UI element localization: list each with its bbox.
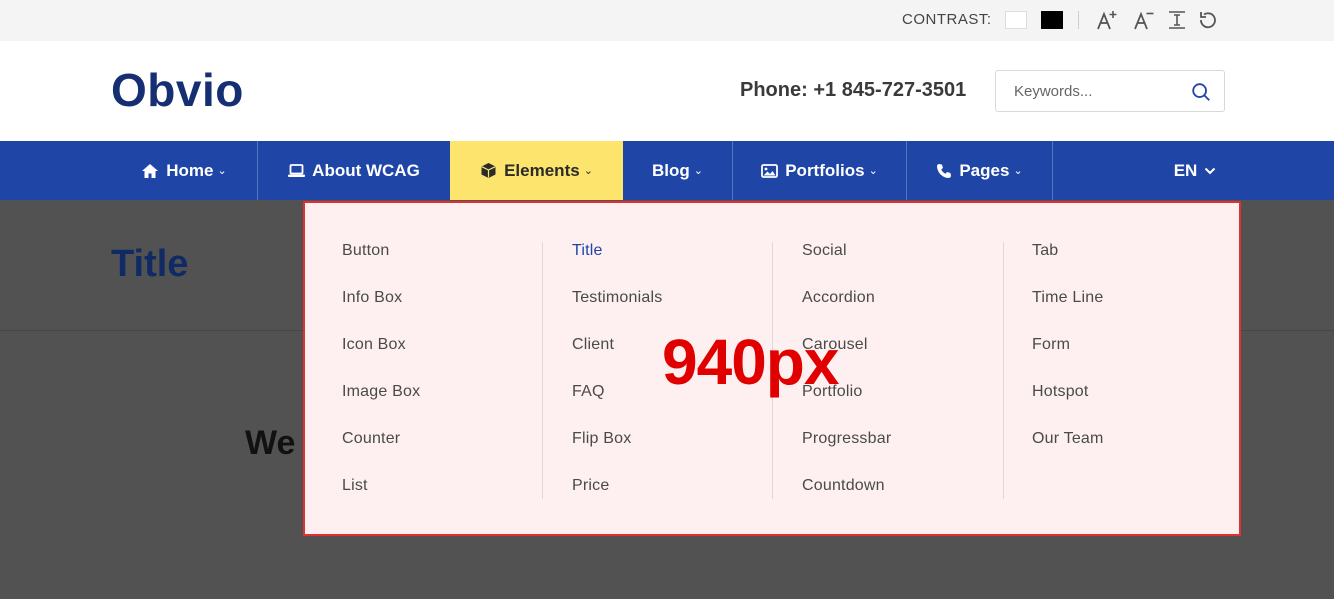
mega-link-list[interactable]: List: [342, 477, 368, 495]
mega-link-client[interactable]: Client: [572, 336, 614, 354]
nav-item-label: Blog: [652, 160, 690, 180]
site-logo[interactable]: Obvio: [111, 63, 244, 117]
image-icon: [761, 163, 779, 178]
mega-menu-column: Button Info Box Icon Box Image Box Count…: [342, 242, 572, 499]
mega-link-flip-box[interactable]: Flip Box: [572, 430, 631, 448]
mega-link-testimonials[interactable]: Testimonials: [572, 289, 662, 307]
text-increase-icon[interactable]: [1095, 8, 1119, 32]
search-box: [995, 70, 1225, 112]
chevron-down-icon: ⌄: [693, 165, 703, 177]
nav-item-label: Portfolios: [785, 160, 865, 180]
topbar-divider: [1078, 11, 1079, 29]
nav-item-home[interactable]: Home ⌄: [111, 141, 257, 200]
nav-item-portfolios[interactable]: Portfolios ⌄: [733, 141, 906, 200]
chevron-down-icon: [1205, 167, 1216, 174]
page-title: Title: [111, 243, 189, 285]
mega-link-counter[interactable]: Counter: [342, 430, 400, 448]
text-decrease-icon[interactable]: [1132, 8, 1156, 32]
width-annotation: 940px: [662, 326, 839, 398]
nav-item-label: Elements: [504, 160, 580, 180]
laptop-icon: [288, 163, 306, 177]
mega-link-accordion[interactable]: Accordion: [802, 289, 875, 307]
nav-item-label: Pages: [959, 160, 1010, 180]
nav-item-blog[interactable]: Blog ⌄: [623, 141, 732, 200]
mega-menu-divider: [542, 242, 543, 499]
chevron-down-icon: ⌄: [868, 165, 878, 177]
chevron-down-icon: ⌄: [583, 165, 593, 177]
nav-item-label: About WCAG: [312, 160, 420, 180]
site-header: Obvio Phone: +1 845-727-3501: [0, 41, 1334, 141]
mega-link-social[interactable]: Social: [802, 242, 847, 260]
contrast-label: CONTRAST:: [902, 11, 992, 28]
phone-number: Phone: +1 845-727-3501: [740, 79, 967, 101]
mega-link-image-box[interactable]: Image Box: [342, 383, 420, 401]
chevron-down-icon: ⌄: [217, 165, 227, 177]
reset-icon[interactable]: [1196, 8, 1220, 32]
mega-link-info-box[interactable]: Info Box: [342, 289, 402, 307]
nav-item-pages[interactable]: Pages ⌄: [907, 141, 1052, 200]
mega-link-faq[interactable]: FAQ: [572, 383, 605, 401]
contrast-white-button[interactable]: [1005, 11, 1027, 29]
mega-menu-column: Tab Time Line Form Hotspot Our Team: [1032, 242, 1262, 499]
mega-link-icon-box[interactable]: Icon Box: [342, 336, 406, 354]
mega-link-form[interactable]: Form: [1032, 336, 1070, 354]
mega-menu-divider: [1003, 242, 1004, 499]
main-nav: Home ⌄ About WCAG Elements ⌄ Blog ⌄ Port…: [0, 141, 1334, 200]
mega-link-hotspot[interactable]: Hotspot: [1032, 383, 1089, 401]
mega-link-progressbar[interactable]: Progressbar: [802, 430, 891, 448]
mega-link-tab[interactable]: Tab: [1032, 242, 1058, 260]
mega-link-title[interactable]: Title: [572, 242, 603, 260]
language-label: EN: [1173, 160, 1198, 180]
nav-divider: [1052, 141, 1053, 200]
mega-link-button[interactable]: Button: [342, 242, 389, 260]
nav-item-elements[interactable]: Elements ⌄: [450, 141, 623, 200]
chevron-down-icon: ⌄: [1013, 165, 1023, 177]
cube-icon: [481, 163, 496, 178]
language-selector[interactable]: EN: [1160, 141, 1230, 200]
phone-icon: [937, 163, 952, 178]
search-icon[interactable]: [1190, 81, 1212, 103]
mega-link-our-team[interactable]: Our Team: [1032, 430, 1104, 448]
mega-link-time-line[interactable]: Time Line: [1032, 289, 1103, 307]
line-height-icon[interactable]: [1165, 8, 1189, 32]
nav-item-about-wcag[interactable]: About WCAG: [258, 141, 450, 200]
contrast-black-button[interactable]: [1041, 11, 1063, 29]
nav-item-label: Home: [166, 160, 214, 180]
accessibility-bar: CONTRAST:: [0, 0, 1334, 41]
mega-link-countdown[interactable]: Countdown: [802, 477, 885, 495]
mega-link-price[interactable]: Price: [572, 477, 609, 495]
page-body-heading: We: [245, 424, 296, 462]
home-icon: [142, 163, 159, 178]
search-input[interactable]: [996, 71, 1186, 111]
